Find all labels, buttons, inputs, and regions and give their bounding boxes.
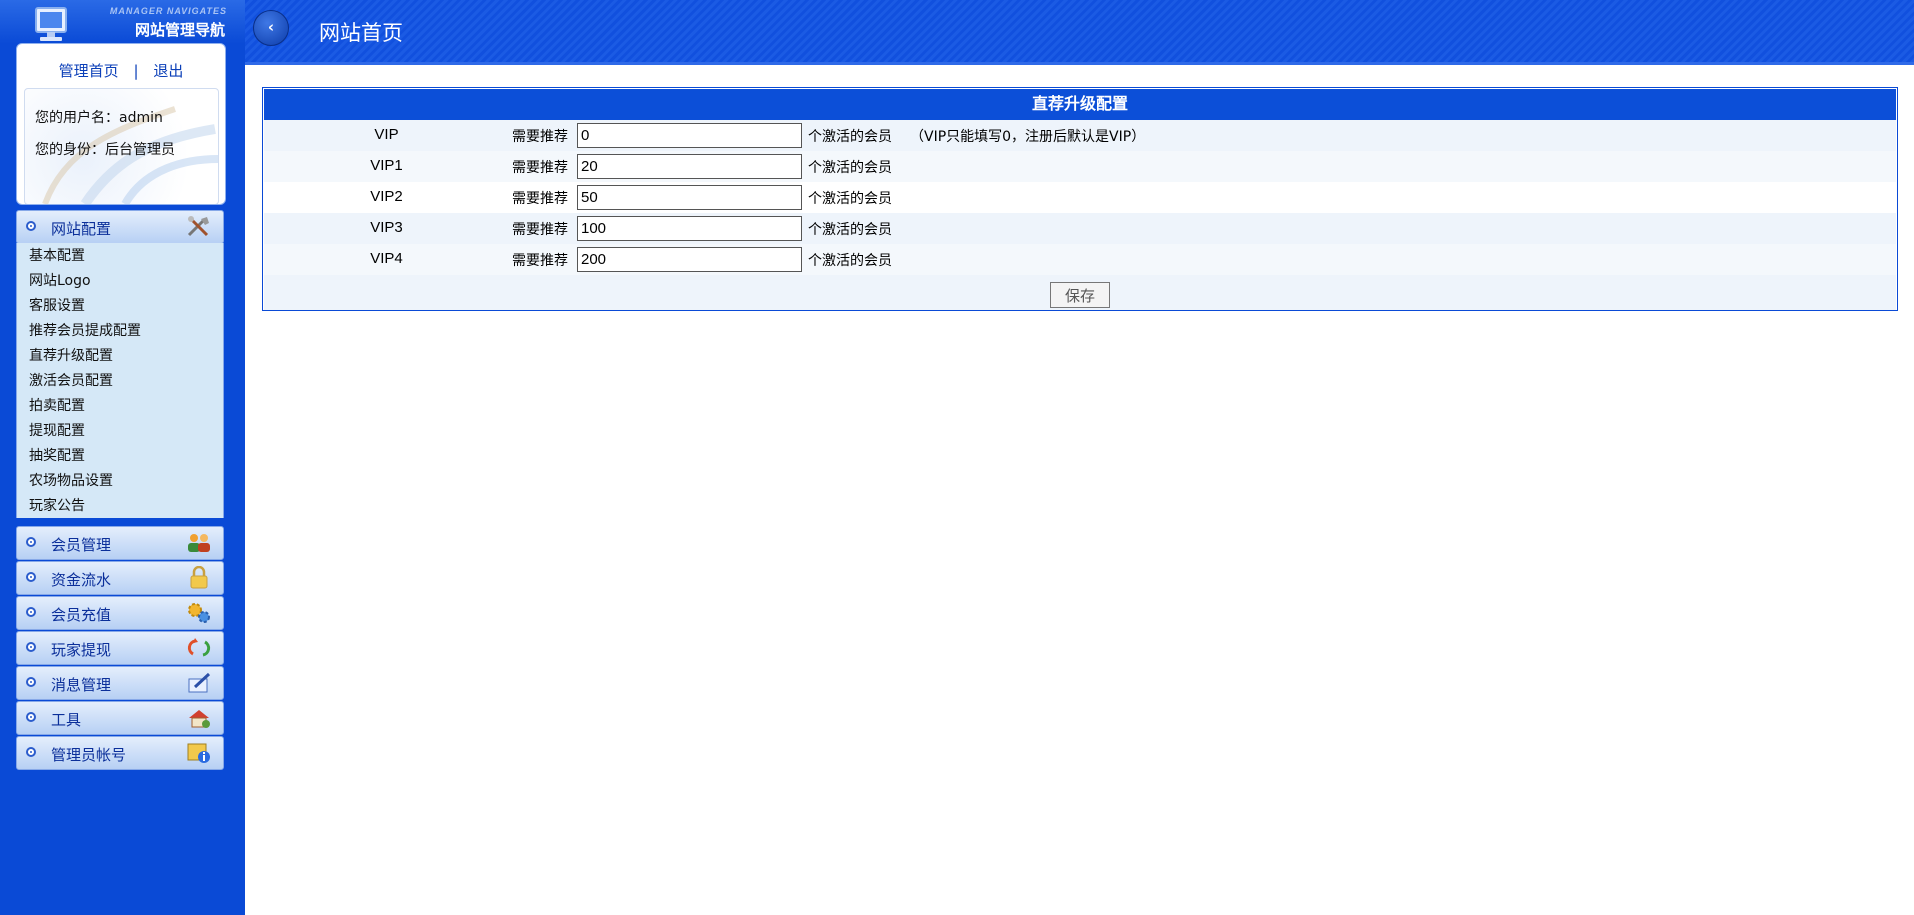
chevron-left-icon: ‹	[267, 18, 275, 36]
logout-link[interactable]: 退出	[153, 62, 183, 80]
admin-home-link[interactable]: 管理首页	[59, 62, 119, 80]
submenu-site-config: 基本配置 网站Logo 客服设置 推荐会员提成配置 直荐升级配置 激活会员配置 …	[16, 243, 224, 518]
active-members-label: 个激活的会员	[808, 160, 892, 176]
vip-level-label: VIP	[374, 126, 399, 143]
bullet-icon	[26, 572, 36, 582]
menu-member-recharge[interactable]: 会员充值	[16, 596, 224, 630]
menu-fund-flow[interactable]: 资金流水	[16, 561, 224, 595]
menu-player-withdraw[interactable]: 玩家提现	[16, 631, 224, 665]
required-referral-label: 需要推荐	[512, 191, 568, 207]
user-info-box: 您的用户名：admin 您的身份：后台管理员	[24, 88, 219, 204]
referral-count-input[interactable]	[577, 123, 802, 148]
toolbox-icon	[189, 710, 210, 728]
menu-label: 管理员帐号	[51, 746, 127, 764]
referral-count-input[interactable]	[577, 216, 802, 241]
submenu-item-basic-config[interactable]: 基本配置	[29, 245, 85, 265]
bullet-icon	[26, 747, 36, 757]
vip-level-label: VIP4	[370, 250, 403, 267]
vip-note: （VIP只能填写0，注册后默认是VIP）	[910, 129, 1146, 145]
vip-level-label: VIP3	[370, 219, 403, 236]
menu-label: 资金流水	[51, 571, 112, 589]
referral-count-input[interactable]	[577, 154, 802, 179]
refresh-icon	[187, 638, 211, 657]
top-header: ‹ 网站首页	[245, 0, 1914, 65]
monitor-icon	[35, 7, 67, 41]
submenu-item-upgrade-config[interactable]: 直荐升级配置	[29, 345, 113, 365]
menu-label: 玩家提现	[51, 641, 112, 659]
form-title: 直荐升级配置	[264, 89, 1896, 120]
bullet-icon	[26, 607, 36, 617]
menu-label: 会员管理	[51, 536, 112, 554]
active-members-label: 个激活的会员	[808, 191, 892, 207]
bullet-icon	[26, 712, 36, 722]
submenu-item-auction[interactable]: 拍卖配置	[29, 395, 85, 415]
bullet-icon	[26, 537, 36, 547]
table-row: VIP4 需要推荐 个激活的会员	[264, 244, 1896, 275]
required-referral-label: 需要推荐	[512, 222, 568, 238]
menu-site-config[interactable]: 网站配置	[16, 210, 224, 244]
required-referral-label: 需要推荐	[512, 129, 568, 145]
menu-label: 网站配置	[51, 220, 112, 238]
upgrade-config-form: 直荐升级配置 VIP 需要推荐 个激活的会员 （VIP只能填写0，注册后默认是V…	[262, 87, 1898, 311]
table-row: VIP3 需要推荐 个激活的会员	[264, 213, 1896, 244]
submenu-item-lottery[interactable]: 抽奖配置	[29, 445, 85, 465]
submenu-item-farm-items[interactable]: 农场物品设置	[29, 470, 113, 490]
role-text: 您的身份：后台管理员	[35, 142, 175, 158]
menu-admin-account[interactable]: 管理员帐号	[16, 736, 224, 770]
page-title: 网站首页	[319, 21, 403, 45]
bullet-icon	[26, 677, 36, 687]
menu-label: 工具	[51, 711, 82, 729]
submenu-item-activation[interactable]: 激活会员配置	[29, 370, 113, 390]
menu-label: 消息管理	[51, 676, 112, 694]
tools-icon	[187, 216, 209, 237]
menu-message-management[interactable]: 消息管理	[16, 666, 224, 700]
submenu-item-withdraw[interactable]: 提现配置	[29, 420, 85, 440]
vip-level-label: VIP1	[370, 157, 403, 174]
user-panel: 管理首页 | 退出 您的用户名：admin 您的身份：后台管理员	[16, 43, 226, 205]
nav-header-subtitle: MANAGER NAVIGATES	[109, 6, 227, 16]
menu-member-management[interactable]: 会员管理	[16, 526, 224, 560]
bullet-icon	[26, 221, 36, 231]
submenu-item-commission[interactable]: 推荐会员提成配置	[29, 320, 141, 340]
submenu-item-site-logo[interactable]: 网站Logo	[29, 270, 91, 290]
username-text: 您的用户名：admin	[35, 110, 163, 126]
table-row: VIP1 需要推荐 个激活的会员	[264, 151, 1896, 182]
referral-count-input[interactable]	[577, 247, 802, 272]
users-icon	[188, 534, 210, 552]
active-members-label: 个激活的会员	[808, 253, 892, 269]
save-button[interactable]: 保存	[1050, 282, 1110, 308]
referral-count-input[interactable]	[577, 185, 802, 210]
sidebar: MANAGER NAVIGATES 网站管理导航 管理首页 | 退出 您的用户名…	[0, 0, 245, 915]
active-members-label: 个激活的会员	[808, 129, 892, 145]
nav-header: MANAGER NAVIGATES 网站管理导航	[0, 0, 245, 44]
table-row: VIP2 需要推荐 个激活的会员	[264, 182, 1896, 213]
active-members-label: 个激活的会员	[808, 222, 892, 238]
edit-icon	[188, 672, 211, 693]
submenu-item-service[interactable]: 客服设置	[29, 295, 85, 315]
submenu-item-announcement[interactable]: 玩家公告	[29, 495, 85, 515]
required-referral-label: 需要推荐	[512, 253, 568, 269]
link-separator: |	[133, 62, 139, 80]
info-icon	[187, 743, 210, 763]
gears-icon	[188, 603, 210, 623]
vip-level-label: VIP2	[370, 188, 403, 205]
menu-tools[interactable]: 工具	[16, 701, 224, 735]
table-row: VIP 需要推荐 个激活的会员 （VIP只能填写0，注册后默认是VIP）	[264, 120, 1896, 151]
required-referral-label: 需要推荐	[512, 160, 568, 176]
bullet-icon	[26, 642, 36, 652]
menu-label: 会员充值	[51, 606, 112, 624]
nav-header-title: 网站管理导航	[134, 21, 225, 39]
lock-icon	[190, 566, 208, 589]
user-links: 管理首页 | 退出	[17, 60, 225, 81]
back-button[interactable]: ‹	[253, 10, 289, 46]
